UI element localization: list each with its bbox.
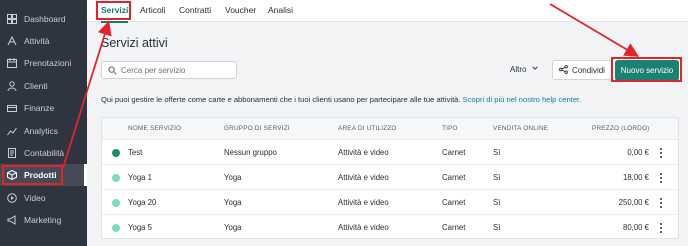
table-row[interactable]: Yoga 5 Yoga Attività e video Carnet Sì 8… xyxy=(102,215,678,240)
accounting-icon xyxy=(7,148,17,158)
tab-articoli[interactable]: Articoli xyxy=(140,0,166,22)
condividi-button[interactable]: Condividi xyxy=(552,60,612,80)
status-dot xyxy=(112,199,120,207)
page-title: Servizi attivi xyxy=(101,36,168,50)
finance-icon xyxy=(7,103,17,113)
annotation-box-nuovo-servizio xyxy=(611,57,682,82)
cell-price: 18,00 € xyxy=(622,173,649,182)
chevron-down-icon xyxy=(531,64,539,74)
calendar-icon xyxy=(7,58,17,68)
cell-online: Sì xyxy=(493,223,501,232)
tab-voucher[interactable]: Voucher xyxy=(225,0,256,22)
cell-type: Carnet xyxy=(442,198,466,207)
status-dot xyxy=(112,174,120,182)
column-header-tipo[interactable]: TIPO xyxy=(442,118,458,140)
cell-online: Sì xyxy=(493,173,501,182)
status-dot xyxy=(112,149,120,157)
tab-contratti[interactable]: Contratti xyxy=(179,0,211,22)
cell-area: Attività e video xyxy=(338,198,389,207)
search-input[interactable] xyxy=(121,65,231,75)
status-dot xyxy=(112,224,120,232)
cell-online: Sì xyxy=(493,198,501,207)
user-icon xyxy=(7,81,17,91)
sidebar-item-contabilita[interactable]: Contabilità xyxy=(0,142,87,164)
dashboard-icon xyxy=(7,14,17,24)
cell-type: Carnet xyxy=(442,223,466,232)
cell-price: 80,00 € xyxy=(622,223,649,232)
column-header-nome[interactable]: NOME SERVIZIO xyxy=(128,118,181,140)
cell-group: Yoga xyxy=(224,173,242,182)
cell-area: Attività e video xyxy=(338,173,389,182)
cell-name: Yoga 20 xyxy=(128,198,157,207)
more-options-icon[interactable] xyxy=(659,223,663,233)
sidebar-item-label: Contabilità xyxy=(24,148,65,158)
info-text: Qui puoi gestire le offerte come carte e… xyxy=(101,95,581,104)
sidebar-item-label: Attività xyxy=(24,36,50,46)
table-row[interactable]: Yoga 20 Yoga Attività e video Carnet Sì … xyxy=(102,190,678,215)
cell-name: Test xyxy=(128,148,143,157)
sidebar-item-label: Clienti xyxy=(24,81,48,91)
search-icon xyxy=(108,65,117,75)
sidebar-item-prenotazioni[interactable]: Prenotazioni xyxy=(0,52,87,74)
cell-area: Attività e video xyxy=(338,148,389,157)
cell-type: Carnet xyxy=(442,173,466,182)
main-content: Servizi attivi Altro Condividi Nuovo ser… xyxy=(87,23,688,246)
sidebar-item-label: Dashboard xyxy=(24,14,66,24)
share-icon xyxy=(559,64,568,76)
cell-group: Yoga xyxy=(224,223,242,232)
services-table: NOME SERVIZIO GRUPPO DI SERVIZI AREA DI … xyxy=(101,117,679,239)
sidebar-item-marketing[interactable]: Marketing xyxy=(0,209,87,231)
sidebar-item-label: Prenotazioni xyxy=(24,58,72,68)
play-icon xyxy=(7,193,17,203)
tab-analisi[interactable]: Analisi xyxy=(268,0,293,22)
more-options-icon[interactable] xyxy=(659,198,663,208)
cell-name: Yoga 5 xyxy=(128,223,152,232)
annotation-box-prodotti xyxy=(2,165,63,185)
info-description: Qui puoi gestire le offerte come carte e… xyxy=(101,95,461,104)
sidebar-item-dashboard[interactable]: Dashboard xyxy=(0,8,87,30)
sidebar-item-attivita[interactable]: Attività xyxy=(0,30,87,52)
table-header: NOME SERVIZIO GRUPPO DI SERVIZI AREA DI … xyxy=(102,118,678,140)
sidebar-item-label: Video xyxy=(24,193,46,203)
cell-online: Sì xyxy=(493,148,501,157)
megaphone-icon xyxy=(7,215,17,225)
sidebar-item-clienti[interactable]: Clienti xyxy=(0,75,87,97)
cell-group: Nessun gruppo xyxy=(224,148,277,157)
sidebar-item-video[interactable]: Video xyxy=(0,187,87,209)
cell-type: Carnet xyxy=(442,148,466,157)
help-center-link[interactable]: Scopri di più nel nostro help center. xyxy=(463,95,582,104)
column-header-prezzo[interactable]: PREZZO (LORDO) xyxy=(592,118,649,140)
cell-area: Attività e video xyxy=(338,223,389,232)
sidebar-item-label: Finanze xyxy=(24,103,55,113)
more-options-icon[interactable] xyxy=(659,148,663,158)
column-header-gruppo[interactable]: GRUPPO DI SERVIZI xyxy=(224,118,290,140)
sidebar-item-label: Marketing xyxy=(24,215,62,225)
tab-bar: Servizi Articoli Contratti Voucher Anali… xyxy=(87,0,688,23)
condividi-label: Condividi xyxy=(572,65,605,75)
sidebar-item-analytics[interactable]: Analytics xyxy=(0,120,87,142)
more-options-icon[interactable] xyxy=(659,173,663,183)
column-header-vendita[interactable]: VENDITA ONLINE xyxy=(493,118,548,140)
column-header-area[interactable]: AREA DI UTILIZZO xyxy=(338,118,397,140)
activity-icon xyxy=(7,36,17,46)
analytics-icon xyxy=(7,126,17,136)
table-row[interactable]: Test Nessun gruppo Attività e video Carn… xyxy=(102,140,678,165)
annotation-box-servizi xyxy=(96,1,131,20)
cell-name: Yoga 1 xyxy=(128,173,152,182)
cell-group: Yoga xyxy=(224,198,242,207)
sidebar-item-label: Analytics xyxy=(24,126,59,136)
sidebar: Dashboard Attività Prenotazioni Clienti … xyxy=(0,0,87,246)
sidebar-item-finanze[interactable]: Finanze xyxy=(0,97,87,119)
search-box[interactable] xyxy=(101,61,237,79)
table-row[interactable]: Yoga 1 Yoga Attività e video Carnet Sì 1… xyxy=(102,165,678,190)
cell-price: 250,00 € xyxy=(618,198,649,207)
altro-dropdown[interactable]: Altro xyxy=(510,64,539,74)
altro-label: Altro xyxy=(510,64,527,74)
cell-price: 0,00 € xyxy=(627,148,649,157)
